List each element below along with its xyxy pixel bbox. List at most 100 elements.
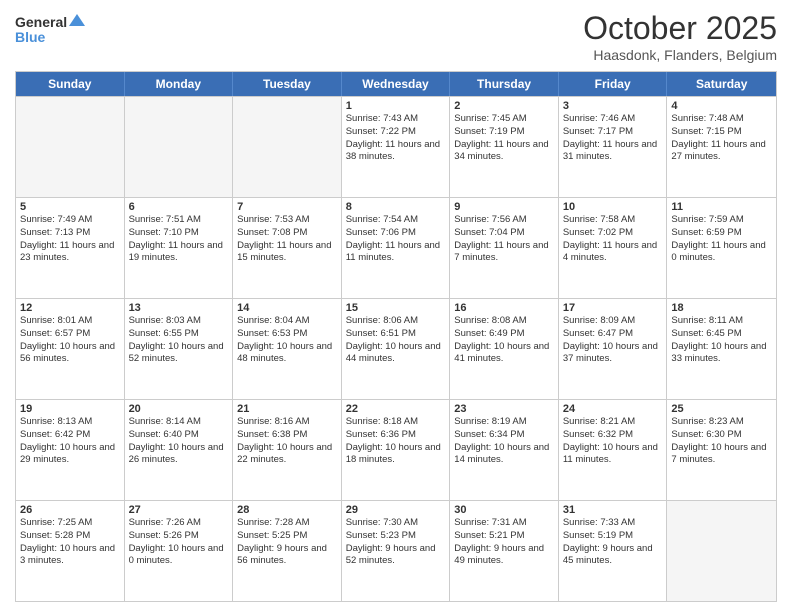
header-day: Monday — [125, 72, 234, 96]
daylight: Daylight: 10 hours and 52 minutes. — [129, 341, 229, 367]
day-number: 14 — [237, 302, 337, 314]
sunset: Sunset: 7:02 PM — [563, 227, 663, 240]
day-number: 21 — [237, 403, 337, 415]
sunset: Sunset: 5:28 PM — [20, 530, 120, 543]
sunrise: Sunrise: 8:13 AM — [20, 416, 120, 429]
daylight: Daylight: 10 hours and 26 minutes. — [129, 442, 229, 468]
calendar-cell — [125, 97, 234, 197]
daylight: Daylight: 10 hours and 14 minutes. — [454, 442, 554, 468]
calendar-cell: 16 Sunrise: 8:08 AM Sunset: 6:49 PM Dayl… — [450, 299, 559, 399]
daylight: Daylight: 9 hours and 49 minutes. — [454, 543, 554, 569]
calendar-cell: 25 Sunrise: 8:23 AM Sunset: 6:30 PM Dayl… — [667, 400, 776, 500]
calendar-cell — [233, 97, 342, 197]
day-number: 17 — [563, 302, 663, 314]
day-number: 4 — [671, 100, 772, 112]
day-number: 15 — [346, 302, 446, 314]
daylight: Daylight: 11 hours and 38 minutes. — [346, 139, 446, 165]
sunset: Sunset: 6:47 PM — [563, 328, 663, 341]
day-number: 31 — [563, 504, 663, 516]
daylight: Daylight: 11 hours and 15 minutes. — [237, 240, 337, 266]
day-number: 20 — [129, 403, 229, 415]
logo-svg: General Blue — [15, 10, 85, 50]
calendar-cell: 7 Sunrise: 7:53 AM Sunset: 7:08 PM Dayli… — [233, 198, 342, 298]
sunrise: Sunrise: 7:33 AM — [563, 517, 663, 530]
calendar-cell: 9 Sunrise: 7:56 AM Sunset: 7:04 PM Dayli… — [450, 198, 559, 298]
daylight: Daylight: 11 hours and 4 minutes. — [563, 240, 663, 266]
title-block: October 2025 Haasdonk, Flanders, Belgium — [583, 10, 777, 63]
sunset: Sunset: 6:40 PM — [129, 429, 229, 442]
sunrise: Sunrise: 8:23 AM — [671, 416, 772, 429]
day-number: 18 — [671, 302, 772, 314]
sunrise: Sunrise: 7:28 AM — [237, 517, 337, 530]
calendar-cell: 19 Sunrise: 8:13 AM Sunset: 6:42 PM Dayl… — [16, 400, 125, 500]
sunset: Sunset: 7:13 PM — [20, 227, 120, 240]
header-day: Friday — [559, 72, 668, 96]
day-number: 1 — [346, 100, 446, 112]
day-number: 10 — [563, 201, 663, 213]
daylight: Daylight: 11 hours and 23 minutes. — [20, 240, 120, 266]
sunrise: Sunrise: 8:21 AM — [563, 416, 663, 429]
sunrise: Sunrise: 7:53 AM — [237, 214, 337, 227]
calendar-row: 26 Sunrise: 7:25 AM Sunset: 5:28 PM Dayl… — [16, 500, 776, 601]
day-number: 5 — [20, 201, 120, 213]
sunset: Sunset: 5:21 PM — [454, 530, 554, 543]
calendar-cell: 18 Sunrise: 8:11 AM Sunset: 6:45 PM Dayl… — [667, 299, 776, 399]
sunrise: Sunrise: 8:08 AM — [454, 315, 554, 328]
daylight: Daylight: 11 hours and 7 minutes. — [454, 240, 554, 266]
sunrise: Sunrise: 7:45 AM — [454, 113, 554, 126]
sunrise: Sunrise: 8:14 AM — [129, 416, 229, 429]
daylight: Daylight: 10 hours and 41 minutes. — [454, 341, 554, 367]
calendar-cell: 4 Sunrise: 7:48 AM Sunset: 7:15 PM Dayli… — [667, 97, 776, 197]
calendar: SundayMondayTuesdayWednesdayThursdayFrid… — [15, 71, 777, 602]
daylight: Daylight: 11 hours and 11 minutes. — [346, 240, 446, 266]
sunrise: Sunrise: 7:46 AM — [563, 113, 663, 126]
sunrise: Sunrise: 8:11 AM — [671, 315, 772, 328]
sunrise: Sunrise: 7:26 AM — [129, 517, 229, 530]
sunset: Sunset: 7:15 PM — [671, 126, 772, 139]
calendar-cell: 5 Sunrise: 7:49 AM Sunset: 7:13 PM Dayli… — [16, 198, 125, 298]
sunrise: Sunrise: 8:16 AM — [237, 416, 337, 429]
calendar-cell: 28 Sunrise: 7:28 AM Sunset: 5:25 PM Dayl… — [233, 501, 342, 601]
sunrise: Sunrise: 7:54 AM — [346, 214, 446, 227]
calendar-cell: 11 Sunrise: 7:59 AM Sunset: 6:59 PM Dayl… — [667, 198, 776, 298]
sunrise: Sunrise: 8:01 AM — [20, 315, 120, 328]
daylight: Daylight: 10 hours and 18 minutes. — [346, 442, 446, 468]
calendar-cell: 12 Sunrise: 8:01 AM Sunset: 6:57 PM Dayl… — [16, 299, 125, 399]
calendar-cell: 2 Sunrise: 7:45 AM Sunset: 7:19 PM Dayli… — [450, 97, 559, 197]
sunrise: Sunrise: 7:30 AM — [346, 517, 446, 530]
calendar-cell: 10 Sunrise: 7:58 AM Sunset: 7:02 PM Dayl… — [559, 198, 668, 298]
sunset: Sunset: 6:34 PM — [454, 429, 554, 442]
day-number: 6 — [129, 201, 229, 213]
calendar-row: 19 Sunrise: 8:13 AM Sunset: 6:42 PM Dayl… — [16, 399, 776, 500]
daylight: Daylight: 10 hours and 56 minutes. — [20, 341, 120, 367]
day-number: 8 — [346, 201, 446, 213]
daylight: Daylight: 11 hours and 34 minutes. — [454, 139, 554, 165]
daylight: Daylight: 10 hours and 29 minutes. — [20, 442, 120, 468]
sunset: Sunset: 6:32 PM — [563, 429, 663, 442]
daylight: Daylight: 10 hours and 7 minutes. — [671, 442, 772, 468]
logo: General Blue — [15, 10, 85, 50]
calendar-cell — [667, 501, 776, 601]
day-number: 19 — [20, 403, 120, 415]
header: General Blue October 2025 Haasdonk, Flan… — [15, 10, 777, 63]
calendar-cell: 14 Sunrise: 8:04 AM Sunset: 6:53 PM Dayl… — [233, 299, 342, 399]
daylight: Daylight: 11 hours and 27 minutes. — [671, 139, 772, 165]
sunset: Sunset: 5:23 PM — [346, 530, 446, 543]
sunrise: Sunrise: 8:09 AM — [563, 315, 663, 328]
day-number: 9 — [454, 201, 554, 213]
calendar-cell: 26 Sunrise: 7:25 AM Sunset: 5:28 PM Dayl… — [16, 501, 125, 601]
sunset: Sunset: 7:19 PM — [454, 126, 554, 139]
calendar-cell: 27 Sunrise: 7:26 AM Sunset: 5:26 PM Dayl… — [125, 501, 234, 601]
day-number: 24 — [563, 403, 663, 415]
sunset: Sunset: 6:38 PM — [237, 429, 337, 442]
daylight: Daylight: 10 hours and 33 minutes. — [671, 341, 772, 367]
calendar-cell: 13 Sunrise: 8:03 AM Sunset: 6:55 PM Dayl… — [125, 299, 234, 399]
sunrise: Sunrise: 7:25 AM — [20, 517, 120, 530]
sunrise: Sunrise: 7:31 AM — [454, 517, 554, 530]
day-number: 3 — [563, 100, 663, 112]
daylight: Daylight: 11 hours and 0 minutes. — [671, 240, 772, 266]
sunrise: Sunrise: 7:48 AM — [671, 113, 772, 126]
sunset: Sunset: 5:25 PM — [237, 530, 337, 543]
sunset: Sunset: 6:57 PM — [20, 328, 120, 341]
calendar-cell: 3 Sunrise: 7:46 AM Sunset: 7:17 PM Dayli… — [559, 97, 668, 197]
